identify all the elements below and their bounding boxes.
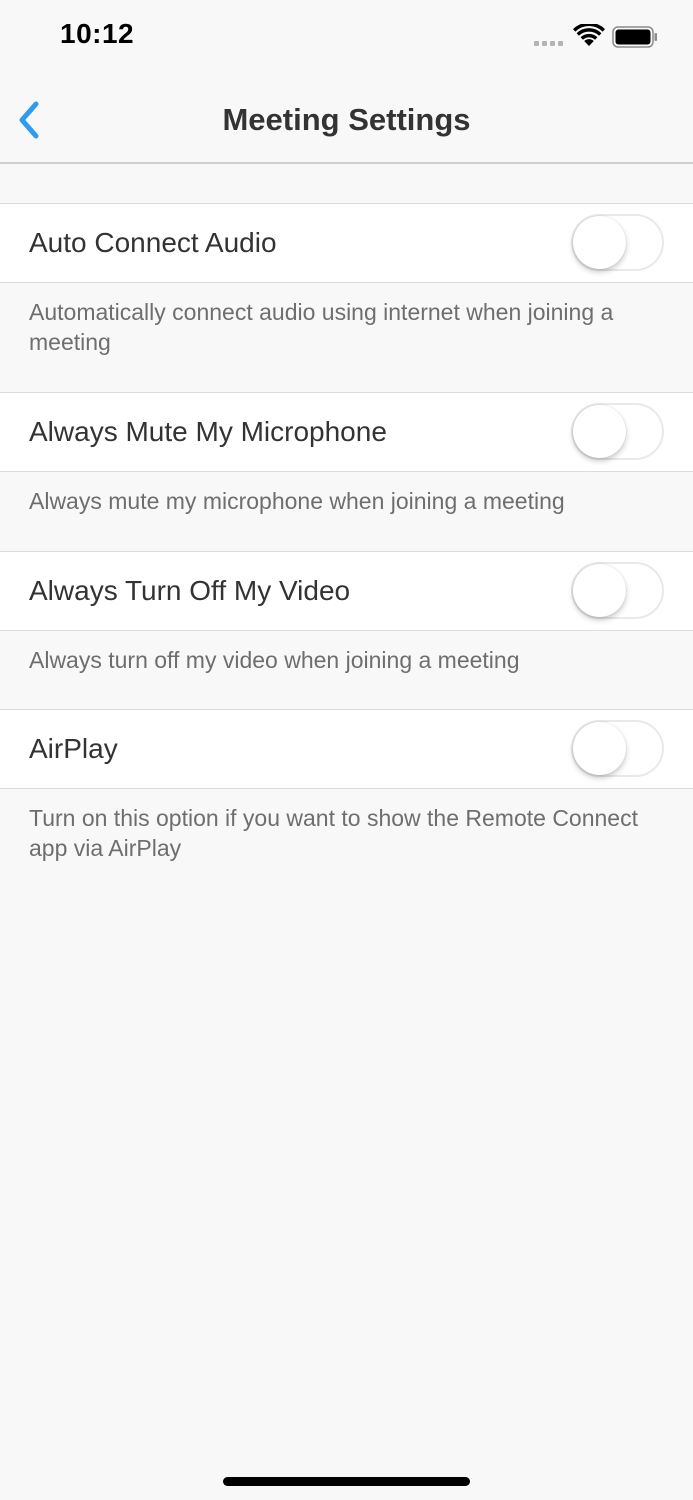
setting-description: Automatically connect audio using intern…: [29, 299, 614, 355]
toggle-knob: [573, 216, 626, 269]
battery-icon: [612, 26, 657, 48]
setting-label: Auto Connect Audio: [29, 227, 277, 258]
airplay-toggle[interactable]: [571, 720, 664, 777]
setting-row-auto-connect-audio: Auto Connect Audio: [0, 203, 693, 283]
wifi-icon: [573, 24, 605, 46]
setting-description: Turn on this option if you want to show …: [29, 805, 638, 861]
setting-label: Always Turn Off My Video: [29, 575, 351, 606]
always-turn-off-video-toggle[interactable]: [571, 562, 664, 619]
setting-row-always-turn-off-video: Always Turn Off My Video: [0, 551, 693, 631]
home-indicator[interactable]: [223, 1477, 470, 1486]
setting-row-always-mute-microphone: Always Mute My Microphone: [0, 392, 693, 472]
status-bar: 10:12: [0, 0, 693, 76]
setting-description: Always turn off my video when joining a …: [29, 647, 520, 673]
status-time: 10:12: [60, 18, 135, 49]
page-title: Meeting Settings: [222, 102, 471, 137]
setting-label: Always Mute My Microphone: [29, 416, 387, 447]
toggle-knob: [573, 564, 626, 617]
toggle-knob: [573, 722, 626, 775]
setting-description: Always mute my microphone when joining a…: [29, 488, 565, 514]
always-mute-microphone-toggle[interactable]: [571, 403, 664, 460]
auto-connect-audio-toggle[interactable]: [571, 214, 664, 271]
setting-row-airplay: AirPlay: [0, 709, 693, 789]
toggle-knob: [573, 405, 626, 458]
setting-label: AirPlay: [29, 733, 118, 764]
navigation-bar: Meeting Settings: [0, 76, 693, 164]
cellular-signal-icon: [534, 41, 566, 47]
